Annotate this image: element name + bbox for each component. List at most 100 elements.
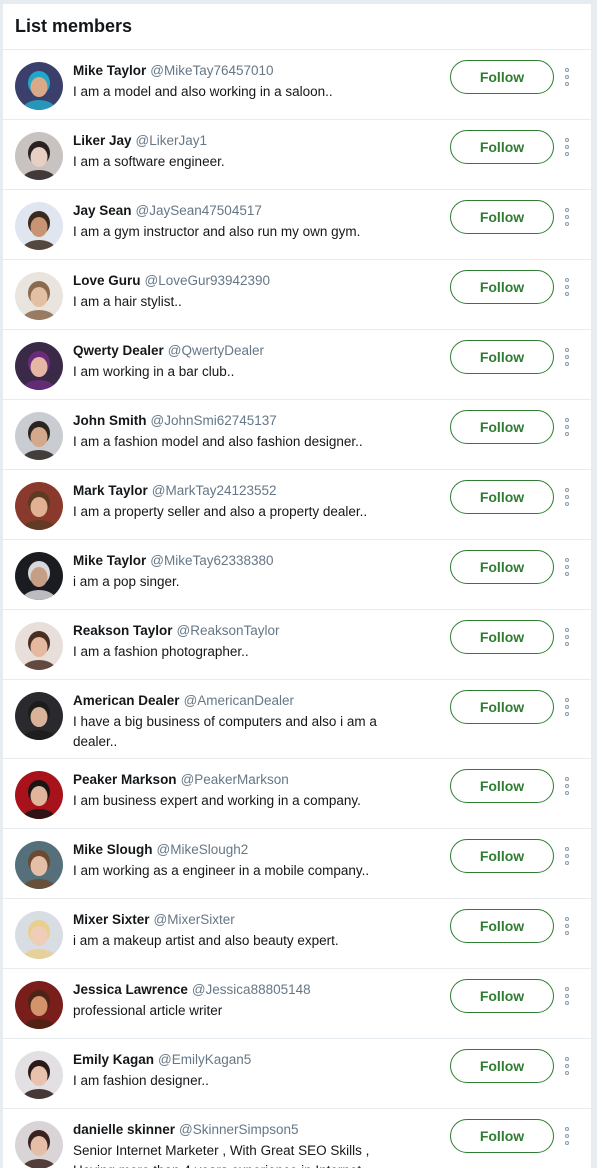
more-options-icon[interactable] [562,698,572,716]
list-members-panel: List members Mike Taylor @MikeTay76457010… [3,4,591,1168]
avatar[interactable] [15,981,63,1029]
member-name[interactable]: Mike Slough [73,842,153,857]
avatar[interactable] [15,482,63,530]
follow-button[interactable]: Follow [450,979,554,1013]
dot [565,425,569,429]
avatar[interactable] [15,342,63,390]
more-options-icon[interactable] [562,348,572,366]
member-name[interactable]: Peaker Markson [73,772,177,787]
list-item[interactable]: John Smith @JohnSmi62745137 I am a fashion… [3,400,591,470]
follow-button[interactable]: Follow [450,620,554,654]
member-handle[interactable]: @MixerSixter [154,912,235,927]
avatar[interactable] [15,911,63,959]
member-handle[interactable]: @AmericanDealer [184,693,295,708]
member-handle[interactable]: @MarkTay24123552 [152,483,277,498]
list-item[interactable]: Love Guru @LoveGur93942390 I am a hair sty… [3,260,591,330]
more-options-icon[interactable] [562,68,572,86]
avatar[interactable] [15,771,63,819]
list-item[interactable]: Emily Kagan @EmilyKagan5 I am fashion desi… [3,1039,591,1109]
list-item[interactable]: American Dealer @AmericanDealer I have a b… [3,680,591,759]
avatar[interactable] [15,692,63,740]
avatar[interactable] [15,841,63,889]
follow-button[interactable]: Follow [450,909,554,943]
follow-button[interactable]: Follow [450,769,554,803]
member-name[interactable]: Mark Taylor [73,483,148,498]
member-name[interactable]: Reakson Taylor [73,623,173,638]
more-options-icon[interactable] [562,1057,572,1075]
member-handle[interactable]: @LoveGur93942390 [145,273,271,288]
more-options-icon[interactable] [562,628,572,646]
member-handle[interactable]: @PeakerMarkson [181,772,289,787]
follow-button[interactable]: Follow [450,1049,554,1083]
member-name[interactable]: Love Guru [73,273,141,288]
name-line: Mike Taylor @MikeTay62338380 [73,552,395,569]
follow-button[interactable]: Follow [450,839,554,873]
member-name[interactable]: Mike Taylor [73,63,146,78]
name-line: John Smith @JohnSmi62745137 [73,412,395,429]
follow-button[interactable]: Follow [450,690,554,724]
avatar[interactable] [15,1121,63,1168]
member-name[interactable]: Mike Taylor [73,553,146,568]
more-options-icon[interactable] [562,917,572,935]
member-handle[interactable]: @LikerJay1 [136,133,207,148]
avatar[interactable] [15,412,63,460]
avatar[interactable] [15,132,63,180]
list-item[interactable]: Mike Taylor @MikeTay76457010 I am a model … [3,50,591,120]
list-item[interactable]: danielle skinner @SkinnerSimpson5 Senior I… [3,1109,591,1168]
list-item[interactable]: Mark Taylor @MarkTay24123552 I am a proper… [3,470,591,540]
list-item[interactable]: Mike Slough @MikeSlough2 I am working as a… [3,829,591,899]
list-item[interactable]: Qwerty Dealer @QwertyDealer I am working i… [3,330,591,400]
more-options-icon[interactable] [562,488,572,506]
list-item[interactable]: Mike Taylor @MikeTay62338380 i am a pop si… [3,540,591,610]
member-name[interactable]: Mixer Sixter [73,912,150,927]
member-handle[interactable]: @Jessica88805148 [192,982,311,997]
member-handle[interactable]: @JaySean47504517 [136,203,262,218]
avatar[interactable] [15,1051,63,1099]
more-options-icon[interactable] [562,558,572,576]
member-name[interactable]: Jay Sean [73,203,132,218]
list-item[interactable]: Reakson Taylor @ReaksonTaylor I am a fashi… [3,610,591,680]
follow-button[interactable]: Follow [450,480,554,514]
follow-button[interactable]: Follow [450,410,554,444]
more-options-icon[interactable] [562,138,572,156]
follow-button[interactable]: Follow [450,130,554,164]
avatar[interactable] [15,622,63,670]
more-options-icon[interactable] [562,987,572,1005]
list-item[interactable]: Jay Sean @JaySean47504517 I am a gym instr… [3,190,591,260]
more-options-icon[interactable] [562,777,572,795]
follow-button[interactable]: Follow [450,60,554,94]
member-handle[interactable]: @EmilyKagan5 [158,1052,251,1067]
avatar[interactable] [15,62,63,110]
member-handle[interactable]: @MikeTay76457010 [150,63,273,78]
avatar[interactable] [15,272,63,320]
avatar[interactable] [15,202,63,250]
follow-button[interactable]: Follow [450,270,554,304]
more-options-icon[interactable] [562,278,572,296]
member-handle[interactable]: @MikeTay62338380 [150,553,273,568]
more-options-icon[interactable] [562,208,572,226]
member-handle[interactable]: @ReaksonTaylor [177,623,280,638]
list-item[interactable]: Liker Jay @LikerJay1 I am a software engin… [3,120,591,190]
member-name[interactable]: Emily Kagan [73,1052,154,1067]
member-name[interactable]: Liker Jay [73,133,132,148]
follow-button[interactable]: Follow [450,340,554,374]
more-options-icon[interactable] [562,1127,572,1145]
more-options-icon[interactable] [562,418,572,436]
member-handle[interactable]: @MikeSlough2 [157,842,249,857]
member-handle[interactable]: @JohnSmi62745137 [151,413,277,428]
member-handle[interactable]: @QwertyDealer [168,343,264,358]
more-options-icon[interactable] [562,847,572,865]
follow-button[interactable]: Follow [450,200,554,234]
list-item[interactable]: Mixer Sixter @MixerSixter i am a makeup ar… [3,899,591,969]
member-name[interactable]: Jessica Lawrence [73,982,188,997]
follow-button[interactable]: Follow [450,1119,554,1153]
member-handle[interactable]: @SkinnerSimpson5 [179,1122,299,1137]
list-item[interactable]: Peaker Markson @PeakerMarkson I am busines… [3,759,591,829]
avatar[interactable] [15,552,63,600]
member-name[interactable]: danielle skinner [73,1122,175,1137]
follow-button[interactable]: Follow [450,550,554,584]
member-name[interactable]: John Smith [73,413,147,428]
member-name[interactable]: American Dealer [73,693,180,708]
list-item[interactable]: Jessica Lawrence @Jessica88805148 professi… [3,969,591,1039]
member-name[interactable]: Qwerty Dealer [73,343,164,358]
